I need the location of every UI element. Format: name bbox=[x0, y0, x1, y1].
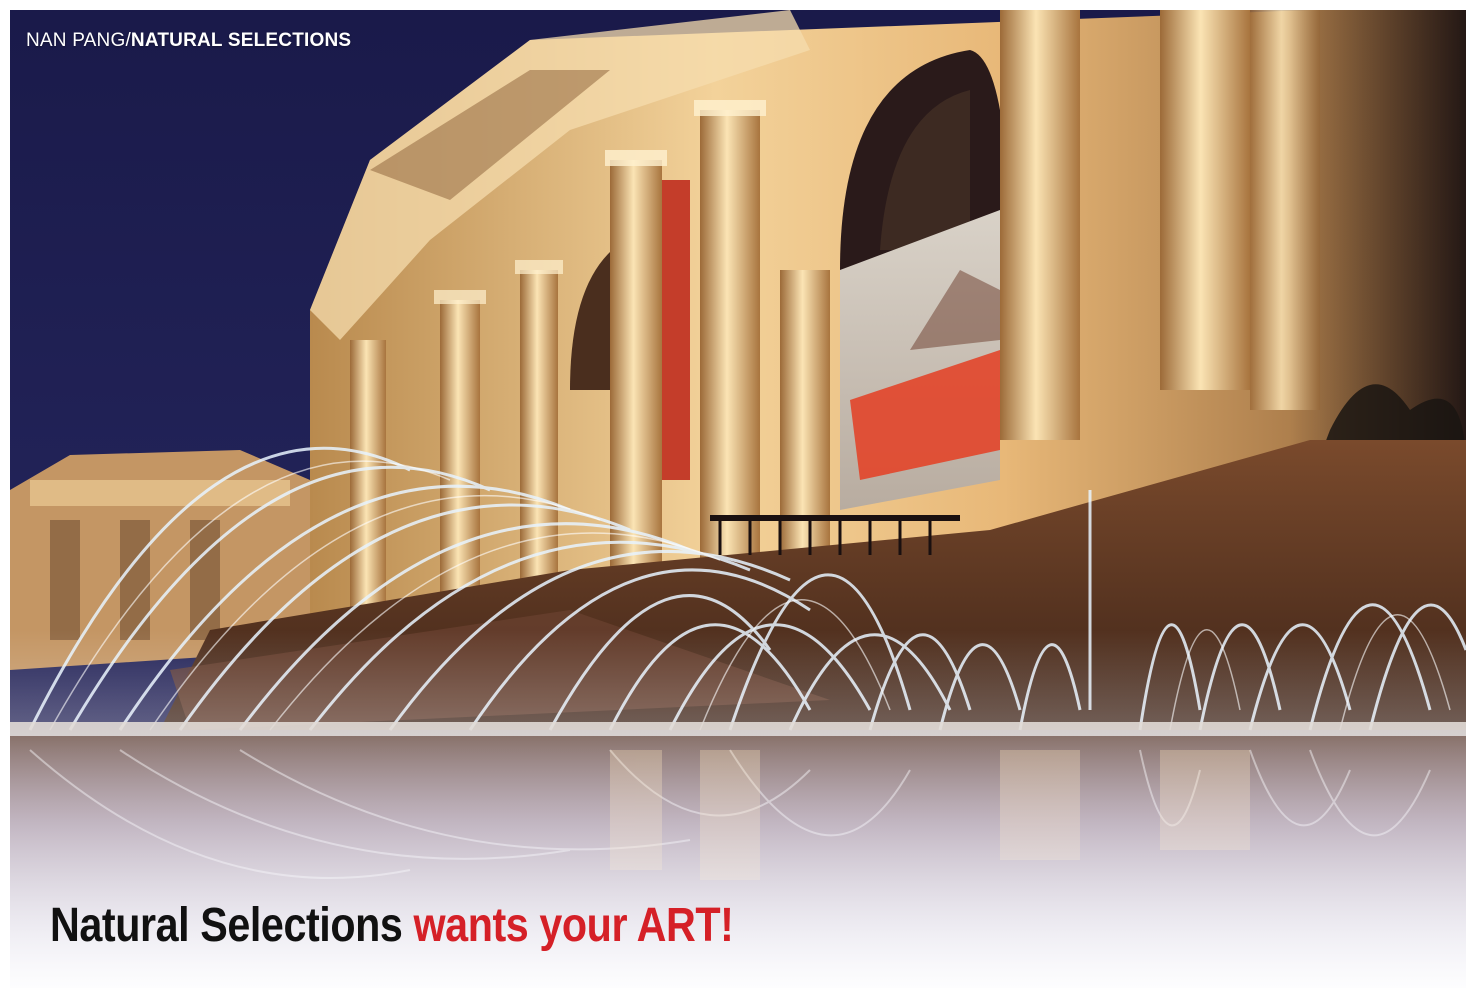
headline-accent: wants your ART! bbox=[413, 899, 734, 952]
museum-fountain-photo bbox=[10, 10, 1466, 988]
photo-credit: NAN PANG/NATURAL SELECTIONS bbox=[26, 30, 351, 52]
column-7 bbox=[1000, 10, 1080, 440]
headline-lead: Natural Selections bbox=[50, 899, 403, 952]
headline: Natural Selections wants your ART! bbox=[50, 898, 734, 953]
hero-photo-frame: NAN PANG/NATURAL SELECTIONS Natural Sele… bbox=[10, 10, 1466, 988]
column-8 bbox=[1160, 10, 1250, 390]
credit-author: NAN PANG bbox=[26, 30, 126, 51]
credit-publication: NATURAL SELECTIONS bbox=[130, 30, 352, 51]
red-banner-left bbox=[660, 180, 690, 480]
column-6 bbox=[780, 270, 830, 570]
